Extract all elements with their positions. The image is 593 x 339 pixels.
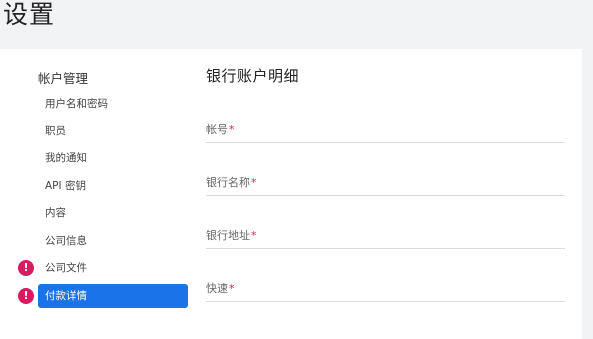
section-title: 银行账户明细	[206, 67, 300, 85]
sidebar-item-label: API 密钥	[45, 180, 86, 192]
settings-card: 帐户管理 用户名和密码 职员 我的通知 API 密钥 内容 公司信息 ! 公司文…	[0, 49, 582, 339]
settings-sidebar: 帐户管理 用户名和密码 职员 我的通知 API 密钥 内容 公司信息 ! 公司文…	[0, 49, 200, 339]
sidebar-item-notifications[interactable]: 我的通知	[38, 146, 188, 170]
field-label: 帐号*	[206, 121, 235, 137]
field-label-text: 帐号	[206, 123, 228, 136]
bank-name-field[interactable]: 银行名称*	[206, 172, 565, 196]
sidebar-item-username-password[interactable]: 用户名和密码	[38, 92, 188, 116]
alert-icon: !	[18, 260, 34, 276]
sidebar-item-api-keys[interactable]: API 密钥	[38, 174, 188, 198]
field-label-text: 快速	[206, 282, 228, 295]
field-label: 银行地址*	[206, 227, 257, 243]
bank-address-input[interactable]	[206, 225, 565, 249]
sidebar-item-payment-details[interactable]: ! 付款详情	[18, 284, 188, 308]
swift-field[interactable]: 快速*	[206, 278, 565, 302]
page-title: 设置	[3, 0, 56, 29]
sidebar-item-label: 内容	[45, 207, 66, 219]
required-marker: *	[251, 229, 257, 242]
sidebar-item-label: 用户名和密码	[45, 98, 108, 110]
swift-input[interactable]	[206, 278, 565, 302]
field-label: 银行名称*	[206, 174, 257, 190]
field-label-text: 银行地址	[206, 229, 250, 242]
sidebar-item-label: 公司信息	[45, 235, 87, 247]
bank-address-field[interactable]: 银行地址*	[206, 225, 565, 249]
sidebar-item-label: 公司文件	[45, 262, 87, 274]
sidebar-item-staff[interactable]: 职员	[38, 119, 188, 143]
field-label: 快速*	[206, 280, 235, 296]
required-marker: *	[229, 282, 235, 295]
bank-name-input[interactable]	[206, 172, 565, 196]
alert-icon: !	[18, 288, 34, 304]
account-number-field[interactable]: 帐号*	[206, 119, 565, 143]
sidebar-item-label: 职员	[45, 125, 66, 137]
required-marker: *	[229, 123, 235, 136]
sidebar-item-content[interactable]: 内容	[38, 201, 188, 225]
sidebar-item-label: 我的通知	[45, 152, 87, 164]
bank-account-form: 银行账户明细 帐号* 银行名称* 银行地址* 快速*	[206, 49, 566, 339]
sidebar-header: 帐户管理	[38, 71, 89, 86]
required-marker: *	[251, 176, 257, 189]
sidebar-item-company-documents[interactable]: ! 公司文件	[18, 256, 188, 280]
field-label-text: 银行名称	[206, 176, 250, 189]
account-number-input[interactable]	[206, 119, 565, 143]
sidebar-item-company-info[interactable]: 公司信息	[38, 229, 188, 253]
sidebar-item-label: 付款详情	[45, 290, 87, 302]
